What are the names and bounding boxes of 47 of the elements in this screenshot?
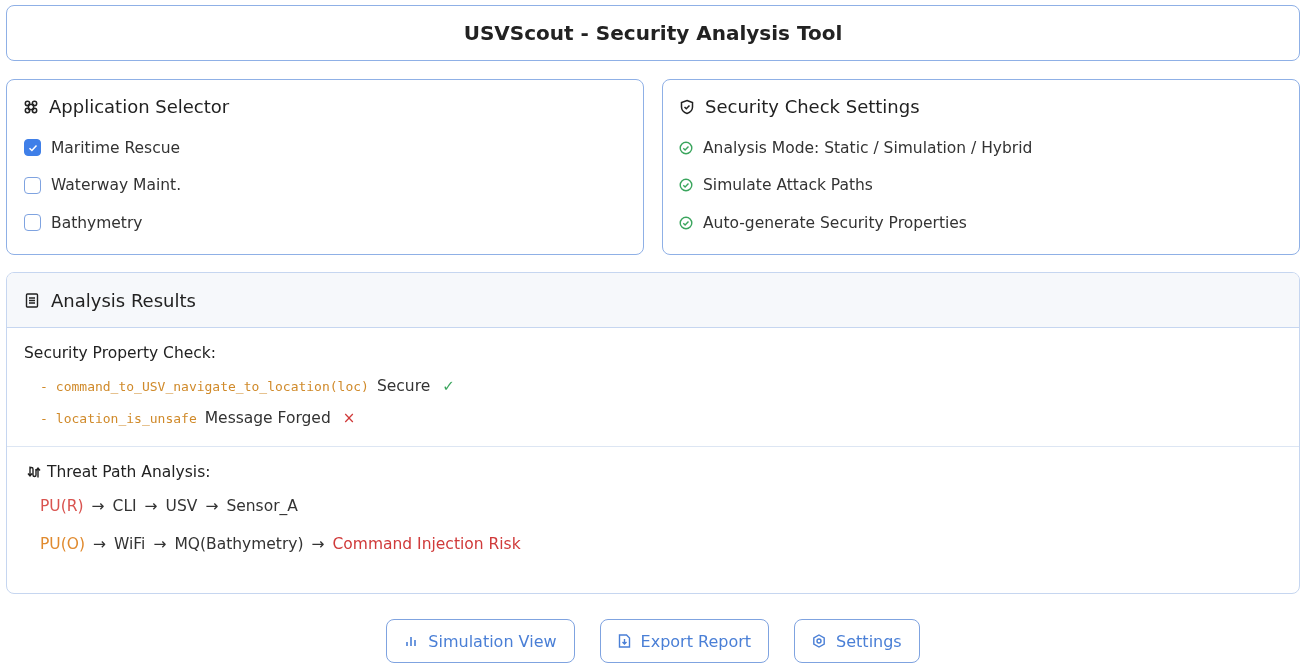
code-text: location_is_unsafe — [55, 410, 197, 426]
checkbox-label: Maritime Rescue — [51, 138, 181, 157]
path-label: PU(O) — [40, 535, 85, 553]
bar-chart-icon — [404, 634, 419, 648]
setting-label: Analysis Mode: Static / Simulation / Hybrid — [703, 138, 1033, 157]
file-download-icon — [617, 634, 631, 648]
dash: - — [40, 410, 48, 426]
arrow: → — [144, 497, 158, 515]
route-icon — [27, 465, 41, 479]
path-label: PU(R) — [40, 497, 84, 515]
path-label: Command Injection Risk — [332, 535, 521, 553]
section-heading: Security Property Check: — [24, 344, 217, 362]
export-report-button[interactable]: Export Report — [599, 619, 770, 663]
command-icon — [23, 98, 39, 115]
path-label: MQ(Bathymetry) — [174, 535, 304, 553]
panel-title: Analysis Results — [51, 289, 196, 311]
path-label: Sensor_A — [226, 497, 298, 515]
cross-mark: × — [342, 409, 356, 427]
path-label: USV — [165, 497, 198, 515]
section-heading: Threat Path Analysis: — [47, 463, 211, 481]
arrow: → — [311, 535, 325, 553]
settings-icon — [812, 634, 827, 648]
checkbox-label: Waterway Maint. — [51, 176, 182, 195]
checkbox[interactable] — [24, 176, 41, 194]
settings-button[interactable]: Settings — [794, 619, 920, 663]
app-title: USVScout - Security Analysis Tool — [463, 21, 843, 45]
checkbox[interactable] — [24, 139, 41, 157]
status-text: Message Forged — [204, 409, 331, 427]
code-text: command_to_USV_navigate_to_location(loc) — [55, 378, 369, 394]
arrow: → — [205, 497, 219, 515]
setting-label: Simulate Attack Paths — [703, 176, 873, 195]
document-icon — [25, 292, 39, 308]
arrow: → — [91, 497, 105, 515]
path-label: WiFi — [114, 535, 146, 553]
card-title: Application Selector — [49, 96, 230, 117]
card-title: Security Check Settings — [705, 96, 920, 117]
dash: - — [40, 378, 48, 394]
setting-label: Auto-generate Security Properties — [703, 213, 967, 232]
check-mark: ✓ — [442, 377, 455, 395]
checkbox-label: Bathymetry — [51, 213, 143, 232]
simulation-view-button[interactable]: Simulation View — [386, 619, 575, 663]
shield-check-icon — [679, 98, 695, 115]
path-label: CLI — [112, 497, 137, 515]
status-text: Secure — [376, 377, 431, 395]
arrow: → — [93, 535, 106, 553]
checkbox[interactable] — [24, 214, 41, 232]
arrow: → — [153, 535, 167, 553]
